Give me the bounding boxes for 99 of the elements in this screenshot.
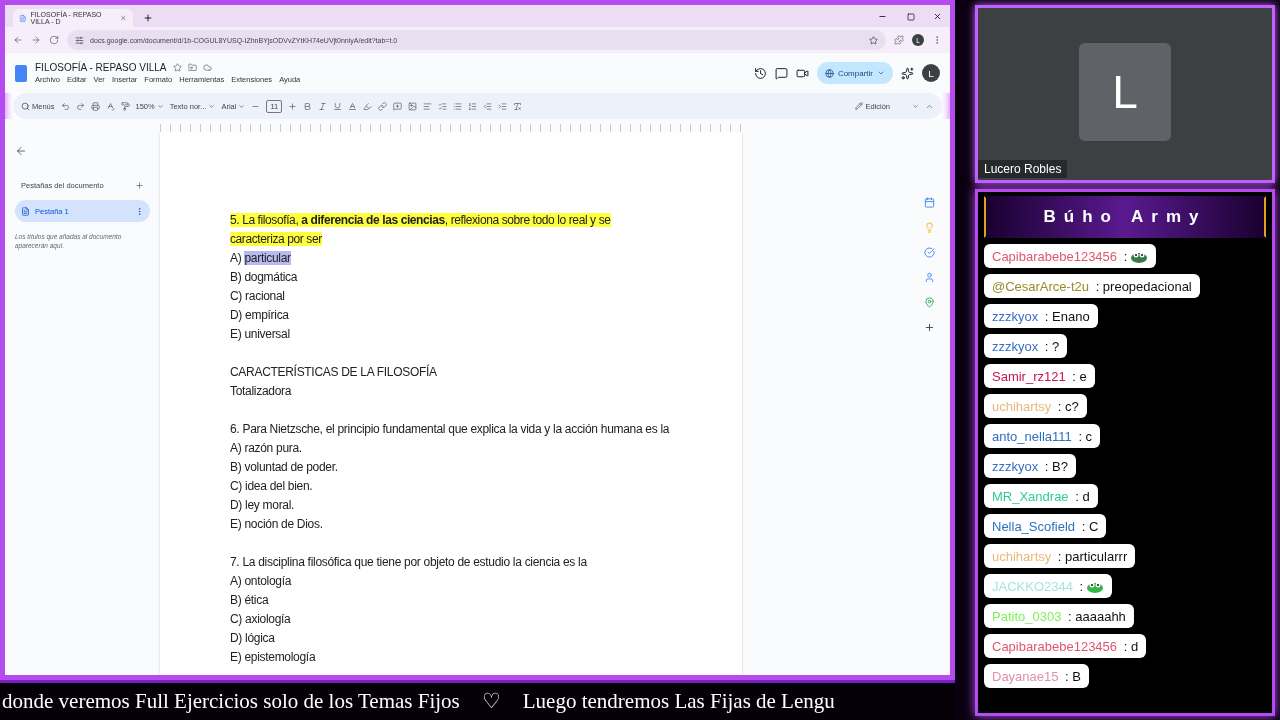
- chat-message: zzzkyox : ?: [984, 334, 1068, 358]
- document-icon: [21, 206, 30, 216]
- answer-option: A) ontología: [230, 572, 670, 591]
- chat-message: zzzkyox : B?: [984, 454, 1076, 478]
- folder-icon[interactable]: [187, 63, 197, 72]
- print-icon[interactable]: [90, 101, 100, 111]
- answer-option: D) empírica: [230, 306, 670, 325]
- underline-icon[interactable]: [333, 101, 343, 111]
- chat-message: anto_nella111 : c: [984, 424, 1101, 448]
- chat-message: Capibarabebe123456 : d: [984, 634, 1147, 658]
- cloud-icon[interactable]: [202, 63, 212, 72]
- chat-message: @CesarArce-t2u : preopedacional: [984, 274, 1200, 298]
- answer-option: D) ley moral.: [230, 496, 670, 515]
- avatar-tile: L: [1079, 43, 1171, 141]
- sparkle-icon[interactable]: [901, 66, 914, 80]
- answer-option: C) axiología: [230, 610, 670, 629]
- globe-icon: [824, 68, 834, 78]
- answer-option: A) particular: [230, 249, 670, 268]
- history-icon[interactable]: [753, 66, 767, 80]
- bullet-list-icon[interactable]: [453, 101, 463, 111]
- pencil-icon: [855, 102, 864, 110]
- maximize-icon[interactable]: [907, 13, 915, 21]
- docs-logo-icon[interactable]: [15, 64, 27, 82]
- account-avatar[interactable]: L: [922, 64, 940, 82]
- body-text: Totalizadora: [230, 383, 293, 400]
- answer-option: E) universal: [230, 325, 670, 344]
- caret-icon: [238, 102, 246, 110]
- share-button[interactable]: Compartir: [816, 62, 893, 84]
- more-icon[interactable]: [135, 206, 144, 216]
- site-settings-icon[interactable]: [75, 35, 84, 45]
- italic-icon[interactable]: [318, 101, 328, 111]
- reload-icon[interactable]: [49, 35, 59, 45]
- bold-icon[interactable]: [303, 101, 313, 111]
- calendar-icon[interactable]: [923, 197, 935, 208]
- document-icon: [19, 13, 27, 23]
- answer-option: E) epistemología: [230, 648, 670, 667]
- answer-option: D) lógica: [230, 629, 670, 648]
- caret-icon: [156, 102, 164, 110]
- text-color-icon[interactable]: [348, 101, 358, 111]
- add-comment-icon[interactable]: [393, 101, 403, 111]
- participant-name: Lucero Robles: [978, 160, 1068, 178]
- chat-message: zzzkyox : Enano: [984, 304, 1098, 328]
- document-title[interactable]: FILOSOFÍA - REPASO VILLA: [35, 62, 167, 73]
- add-icon[interactable]: [923, 322, 935, 333]
- chat-message: uchihartsy : particularrr: [984, 544, 1136, 568]
- tasks-icon[interactable]: [923, 247, 935, 258]
- add-tab-icon[interactable]: [135, 181, 144, 190]
- checklist-icon[interactable]: [438, 101, 448, 111]
- answer-option: E) noción de Dios.: [230, 515, 670, 534]
- chat-title: Búho Army: [984, 196, 1266, 238]
- back-icon[interactable]: [13, 35, 23, 45]
- paint-format-icon[interactable]: [120, 101, 130, 111]
- caret-icon: [208, 102, 216, 110]
- ticker-text: ♡: [481, 689, 501, 714]
- caret-icon: [912, 102, 919, 110]
- question-text: 7. La disciplina filosófica que tiene por objeto de estudio la ciencia es la: [230, 554, 588, 571]
- chat-message: JACKKO2344 :: [984, 574, 1113, 598]
- answer-option: A) razón pura.: [230, 439, 670, 458]
- chat-message: Patito_0303 : aaaaahh: [984, 604, 1134, 628]
- back-icon[interactable]: [15, 145, 27, 157]
- chat-message: Dayanae15 : B: [984, 664, 1089, 688]
- ruler[interactable]: [160, 124, 742, 132]
- chat-message: Capibarabebe123456 :: [984, 244, 1157, 268]
- align-icon[interactable]: [423, 101, 433, 111]
- answer-option: B) dogmática: [230, 268, 670, 287]
- increase-size-icon[interactable]: [288, 101, 298, 111]
- new-tab-icon[interactable]: [143, 13, 153, 23]
- bookmark-icon[interactable]: [869, 35, 878, 45]
- answer-option: C) racional: [230, 287, 670, 306]
- indent-icon[interactable]: [498, 101, 508, 111]
- caret-icon: [877, 69, 885, 77]
- numbered-list-icon[interactable]: [468, 101, 478, 111]
- link-icon[interactable]: [378, 101, 388, 111]
- outdent-icon[interactable]: [483, 101, 493, 111]
- chat-message: Nella_Scofield : C: [984, 514, 1107, 538]
- ticker-text: Luego tendremos Las Fijas de Lengu: [522, 689, 835, 714]
- chat-message: Samir_rz121 : e: [984, 364, 1095, 388]
- chat-message: uchihartsy : c?: [984, 394, 1087, 418]
- redo-icon[interactable]: [75, 101, 85, 111]
- search-icon: [21, 101, 30, 111]
- close-icon[interactable]: [933, 12, 942, 21]
- ticker-text: donde veremos Full Ejercicios solo de los Temas Fijos: [2, 689, 460, 714]
- chat-message: MR_Xandrae : d: [984, 484, 1098, 508]
- image-icon[interactable]: [408, 101, 418, 111]
- clear-format-icon[interactable]: [513, 101, 523, 111]
- spellcheck-icon[interactable]: [105, 101, 115, 111]
- highlight-icon[interactable]: [363, 101, 373, 111]
- undo-icon[interactable]: [60, 101, 70, 111]
- forward-icon[interactable]: [31, 35, 41, 45]
- contacts-icon[interactable]: [923, 272, 935, 283]
- map-pin-icon[interactable]: [923, 297, 935, 308]
- section-heading: CARACTERÍSTICAS DE LA FILOSOFÍA: [230, 363, 438, 381]
- question-text: 6. Para Nietzsche, el principio fundamental que explica la vida y la acción humana es la: [230, 421, 670, 438]
- extensions-icon[interactable]: [894, 35, 904, 45]
- star-icon[interactable]: [172, 63, 182, 72]
- comment-icon[interactable]: [774, 66, 788, 80]
- answer-option: C) idea del bien.: [230, 477, 670, 496]
- answer-option: B) ética: [230, 591, 670, 610]
- answer-option: B) voluntad de poder.: [230, 458, 670, 477]
